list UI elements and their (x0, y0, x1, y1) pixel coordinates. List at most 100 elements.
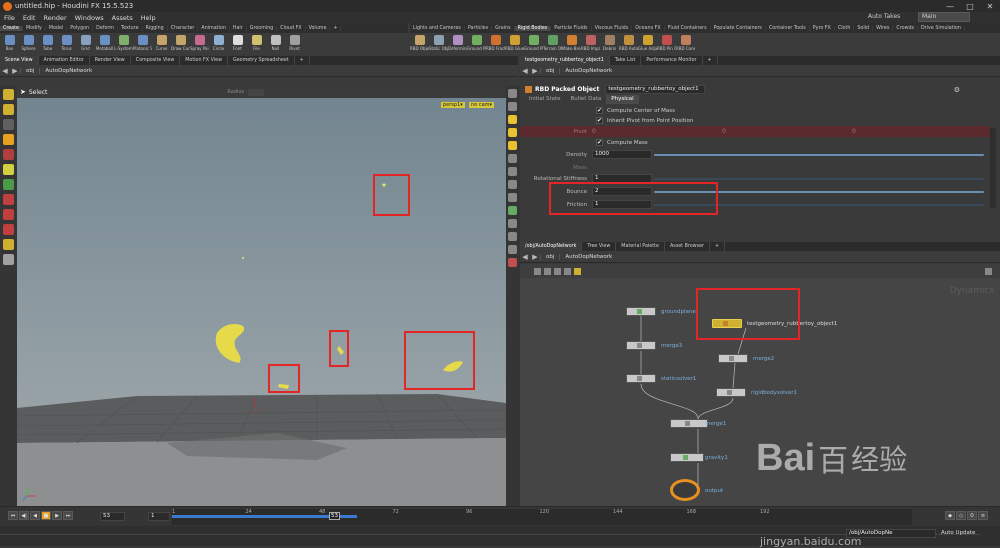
key-icon[interactable]: ◆ (945, 511, 955, 520)
path-obj[interactable]: obj (20, 67, 39, 74)
tool-tools_left-4[interactable]: Grid (76, 33, 95, 51)
tool-tools_left-0[interactable]: Box (0, 33, 19, 51)
shelf-tab-12[interactable]: Volume (306, 25, 331, 31)
tool-tools_left-10[interactable]: Spray Paint (190, 33, 209, 51)
param-subtab-2[interactable]: Physical (606, 95, 639, 104)
view-tool-icon[interactable] (3, 164, 14, 175)
density-slider[interactable] (654, 153, 984, 156)
pivot-y[interactable]: 0 (722, 128, 852, 135)
tool-tools_right-3[interactable]: Ground Plane (467, 33, 486, 51)
net-forward-arrow-icon[interactable]: ▶ (530, 253, 540, 261)
shelf-tab-8[interactable]: Animation (198, 25, 230, 31)
jump-end-button[interactable]: ⏭ (63, 511, 73, 520)
param_tabs-tab-2[interactable]: Performance Monitor (641, 56, 703, 65)
left_tabs-tab-5[interactable]: Geometry Spreadsheet (228, 56, 295, 65)
shelf-tab-7[interactable]: Character (168, 25, 199, 31)
shelf-tab-9[interactable]: Hair (230, 25, 247, 31)
tool-tools_right-2[interactable]: Deforming (448, 33, 467, 51)
param-forward-arrow-icon[interactable]: ▶ (530, 67, 540, 75)
net-path-network[interactable]: AutoDopNetwork (559, 253, 617, 260)
tool-tools_left-7[interactable]: Platonic Sol... (133, 33, 152, 51)
tool-tools_left-3[interactable]: Torus (57, 33, 76, 51)
net_tabs-tab-0[interactable]: /obj/AutoDopNetwork (520, 242, 583, 251)
snap-icon[interactable] (3, 179, 14, 190)
shelf-tab-0[interactable]: Create (0, 25, 23, 31)
edit-icon[interactable] (3, 239, 14, 250)
light-2-icon[interactable] (508, 128, 517, 137)
gear-icon[interactable]: ⚙ (954, 86, 960, 94)
tool-tools_left-12[interactable]: Font (228, 33, 247, 51)
record-icon[interactable] (508, 258, 517, 267)
pivot-z[interactable]: 0 (852, 128, 952, 135)
node-rigidbodysolver1[interactable] (716, 388, 746, 397)
menu-item-assets[interactable]: Assets (108, 14, 137, 22)
menu-item-help[interactable]: Help (137, 14, 160, 22)
net-path-obj[interactable]: obj (540, 253, 559, 260)
maximize-button[interactable]: □ (960, 0, 980, 12)
magnet-2-icon[interactable] (3, 209, 14, 220)
magnet-3-icon[interactable] (3, 224, 14, 235)
net-back-arrow-icon[interactable]: ◀ (520, 253, 530, 261)
timeline-track[interactable]: 1 24 48 72 96 120 144 168 192 53 (172, 509, 912, 525)
node-groundplane[interactable] (626, 307, 656, 316)
node-merge3[interactable] (626, 341, 656, 350)
tool-tools_right-13[interactable]: RBD Pin Co... (657, 33, 676, 51)
compute-com-checkbox[interactable]: ✔ (596, 107, 603, 114)
tool-tools_left-5[interactable]: Metaball (95, 33, 114, 51)
net_tabs-tab-1[interactable]: Tree View (582, 242, 617, 251)
handle-tool-icon[interactable] (3, 134, 14, 145)
param_tabs-tab-3[interactable]: + (703, 56, 718, 65)
realtime-icon[interactable]: ⏱ (967, 511, 977, 520)
menu-item-file[interactable]: File (0, 14, 19, 22)
back-arrow-icon[interactable]: ◀ (0, 67, 10, 75)
compute-mass-row[interactable]: ✔ Compute Mass (596, 139, 648, 146)
shelf-tab-r-4[interactable]: Particle Fluids (551, 25, 592, 31)
grid-toggle-icon[interactable] (508, 232, 517, 241)
shelf-tab-r-6[interactable]: Oceans FX (632, 25, 665, 31)
shelf-tab-5[interactable]: Texture (118, 25, 143, 31)
param-subtab-1[interactable]: Bullet Data (566, 95, 607, 104)
tool-tools_left-13[interactable]: File (247, 33, 266, 51)
tool-tools_left-15[interactable]: Rivet (285, 33, 304, 51)
tool-tools_left-8[interactable]: Curve (152, 33, 171, 51)
tool-tools_right-4[interactable]: RBD Fractur... (486, 33, 505, 51)
key-2-icon[interactable]: ◇ (956, 511, 966, 520)
shelf-tab-r-10[interactable]: Pyro FX (810, 25, 835, 31)
magnet-icon[interactable] (3, 194, 14, 205)
play-back-button[interactable]: ◀ (30, 511, 40, 520)
left_tabs-tab-4[interactable]: Motion FX View (180, 56, 228, 65)
node-staticsolver1[interactable] (626, 374, 656, 383)
auto-takes-toggle[interactable]: Auto Takes (868, 13, 900, 20)
param_tabs-tab-1[interactable]: Take List (610, 56, 642, 65)
bulb-icon[interactable] (508, 141, 517, 150)
shelf-tab-3[interactable]: Polygon (67, 25, 94, 31)
node-gravity1[interactable] (670, 453, 704, 462)
shelf-tab-11[interactable]: Cloud FX (277, 25, 306, 31)
shelf-tab-r-3[interactable]: Rigid Bodies (514, 25, 552, 31)
shelf-tab-r-9[interactable]: Container Tools (766, 25, 810, 31)
normals-icon[interactable] (508, 219, 517, 228)
tool-tools_right-11[interactable]: RBD Auto F... (619, 33, 638, 51)
node-merge1[interactable] (670, 419, 708, 428)
node-output[interactable] (670, 479, 700, 501)
compute-mass-checkbox[interactable]: ✔ (596, 139, 603, 146)
menu-item-edit[interactable]: Edit (19, 14, 40, 22)
shelf-tab-r-14[interactable]: Crowds (893, 25, 919, 31)
paint-icon[interactable] (3, 254, 14, 265)
shelf-tab-1[interactable]: Modify (23, 25, 46, 31)
tool-tools_right-8[interactable]: Make Break... (562, 33, 581, 51)
shelf-tab-10[interactable]: Grooming (247, 25, 278, 31)
forward-arrow-icon[interactable]: ▶ (10, 67, 20, 75)
radius-field[interactable] (248, 88, 265, 96)
close-button[interactable]: ✕ (980, 0, 1000, 12)
param-scrollbar[interactable] (990, 128, 996, 208)
ghost-icon[interactable] (508, 180, 517, 189)
shelf-tab-r-5[interactable]: Viscous Fluids (592, 25, 633, 31)
shelf-tab-r-8[interactable]: Populate Containers (711, 25, 766, 31)
inherit-pivot-row[interactable]: ✔ Inherit Pivot from Point Position (596, 117, 693, 124)
tool-tools_right-9[interactable]: RBD Impacts (581, 33, 600, 51)
pose-tool-icon[interactable] (3, 149, 14, 160)
auto-update-menu[interactable]: Auto Update (941, 530, 975, 536)
shelf-tab-r-11[interactable]: Cloth (835, 25, 855, 31)
desktop-select[interactable]: Main (918, 12, 970, 22)
